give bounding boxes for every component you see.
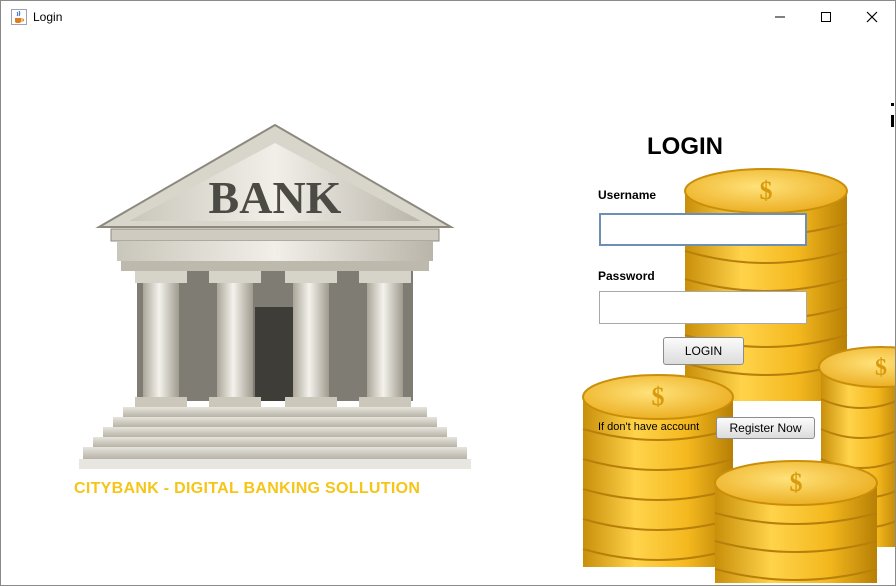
edge-artifact	[891, 103, 894, 127]
minimize-button[interactable]	[757, 1, 803, 33]
svg-text:$: $	[760, 176, 773, 205]
title-bar[interactable]: Login	[1, 1, 895, 33]
svg-text:$: $	[875, 355, 887, 381]
bank-building-image: BANK	[79, 123, 471, 469]
password-input[interactable]	[599, 291, 807, 324]
login-button[interactable]: LOGIN	[663, 337, 744, 365]
citybank-tagline: CITYBANK - DIGITAL BANKING SOLLUTION	[74, 480, 421, 497]
close-button[interactable]	[849, 1, 895, 33]
register-now-button[interactable]: Register Now	[716, 417, 815, 439]
login-window: Login BANK CITYBANK - DIGITAL BANKING SO…	[0, 0, 896, 586]
minimize-icon	[775, 16, 785, 18]
maximize-icon	[821, 12, 831, 22]
window-title: Login	[33, 10, 63, 24]
java-cup-icon	[11, 9, 27, 25]
username-input[interactable]	[599, 213, 807, 246]
password-label: Password	[598, 269, 655, 283]
bank-sign-text: BANK	[209, 172, 342, 223]
username-label: Username	[598, 188, 657, 202]
maximize-button[interactable]	[803, 1, 849, 33]
close-icon	[866, 11, 878, 23]
no-account-text: If don't have account	[598, 421, 700, 433]
svg-text:$: $	[652, 382, 665, 411]
login-heading: LOGIN	[647, 133, 723, 160]
content-pane: BANK CITYBANK - DIGITAL BANKING SOLLUTIO…	[1, 33, 895, 585]
svg-text:$: $	[790, 468, 803, 497]
